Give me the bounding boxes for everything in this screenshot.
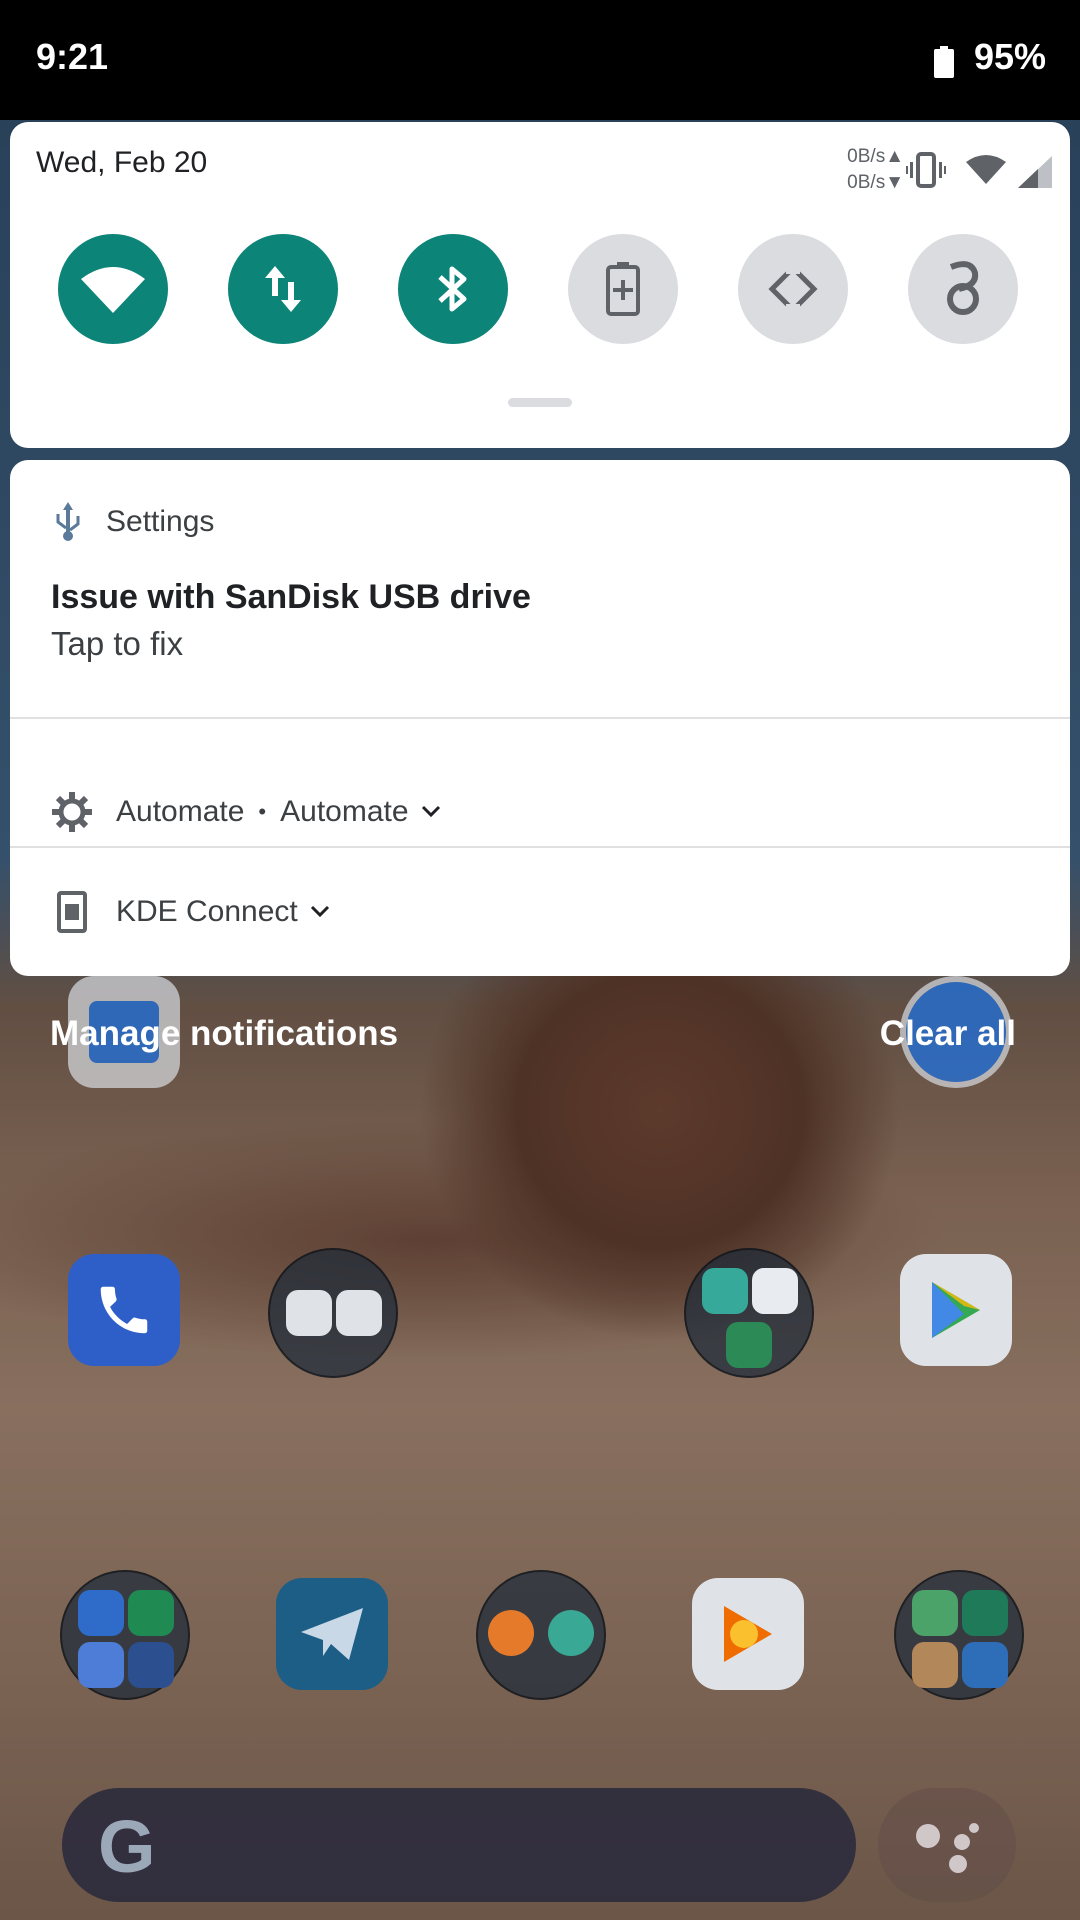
automate-notification[interactable]: Automate • Automate: [50, 782, 441, 842]
manage-notifications-button[interactable]: Manage notifications: [50, 1014, 398, 1054]
wifi-icon: [81, 267, 145, 313]
wifi-status-icon: [966, 155, 1006, 184]
upload-speed: 0B/s▲: [847, 146, 904, 167]
telegram-app-icon[interactable]: [276, 1578, 388, 1690]
google-search-bar[interactable]: G: [62, 1788, 856, 1902]
chevron-down-icon[interactable]: [310, 905, 330, 919]
gear-icon: [52, 792, 92, 832]
tile-wifi[interactable]: [58, 234, 168, 344]
travel-folder[interactable]: [894, 1570, 1024, 1700]
google-logo-icon: G: [98, 1805, 156, 1888]
divider: [10, 717, 1070, 719]
play-music-app-icon[interactable]: [692, 1578, 804, 1690]
usb-notification[interactable]: Settings Issue with SanDisk USB drive Ta…: [10, 460, 1070, 718]
qs-date[interactable]: Wed, Feb 20: [36, 146, 207, 180]
divider: [10, 846, 1070, 848]
notification-text: Tap to fix: [51, 625, 184, 662]
assistant-button[interactable]: [878, 1788, 1016, 1902]
wireguard-icon: [947, 261, 979, 315]
finance-folder[interactable]: [684, 1248, 814, 1378]
bluetooth-icon: [438, 266, 467, 312]
data-arrows-icon: [265, 266, 301, 312]
notification-title: Issue with SanDisk USB drive: [51, 578, 531, 616]
battery-saver-icon: [606, 262, 640, 316]
kde-connect-icon: [57, 891, 87, 933]
vibrate-icon: [906, 152, 946, 188]
usb-icon: [56, 502, 80, 541]
clear-all-button[interactable]: Clear all: [880, 1014, 1016, 1054]
automate-app-name: Automate: [116, 795, 245, 828]
kde-connect-app-name: KDE Connect: [116, 895, 298, 928]
status-time: 9:21: [36, 36, 109, 77]
notification-app-name: Settings: [106, 505, 215, 538]
network-speed: 0B/s▲ 0B/s▼: [824, 144, 904, 196]
chevron-down-icon[interactable]: [421, 805, 441, 819]
separator-dot: •: [258, 799, 267, 824]
home-photos-folder[interactable]: [268, 1248, 398, 1378]
tile-bluetooth[interactable]: [398, 234, 508, 344]
rotate-icon: [768, 262, 818, 316]
browsers-folder[interactable]: [476, 1570, 606, 1700]
system-status-icons: [906, 152, 1052, 188]
kde-connect-notification[interactable]: KDE Connect: [50, 882, 330, 942]
status-bar: 9:21 95%: [0, 0, 1080, 120]
quick-settings-panel: Wed, Feb 20 0B/s▲ 0B/s▼: [10, 122, 1070, 448]
download-speed: 0B/s▼: [847, 172, 904, 193]
play-store-app-icon[interactable]: [900, 1254, 1012, 1366]
tile-battery-saver[interactable]: [568, 234, 678, 344]
tile-mobile-data[interactable]: [228, 234, 338, 344]
tile-auto-rotate[interactable]: [738, 234, 848, 344]
qs-expand-handle[interactable]: [508, 398, 572, 407]
messaging-folder[interactable]: [60, 1570, 190, 1700]
tile-vpn[interactable]: [908, 234, 1018, 344]
notification-card: Settings Issue with SanDisk USB drive Ta…: [10, 460, 1070, 976]
battery-percent: 95%: [973, 36, 1046, 77]
battery-icon: [934, 46, 954, 78]
phone-app-icon[interactable]: [68, 1254, 180, 1366]
automate-subtext: Automate: [280, 795, 409, 828]
